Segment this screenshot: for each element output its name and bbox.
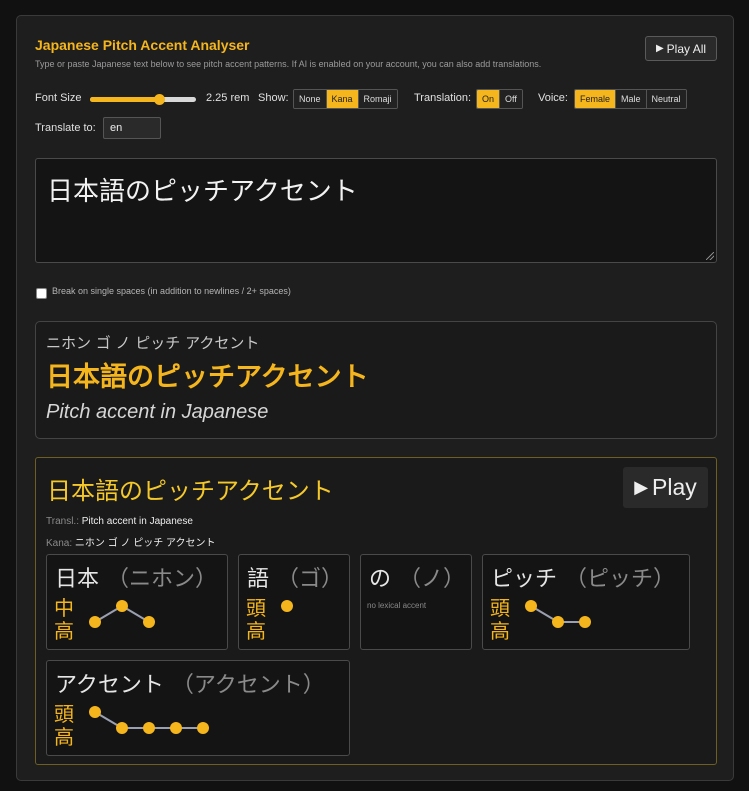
japanese-text-input[interactable]: 日本語のピッチアクセント — [35, 158, 717, 263]
show-label: Show: — [258, 92, 289, 104]
pitch-point — [579, 616, 591, 628]
show-option-kana[interactable]: Kana — [326, 90, 359, 108]
font-size-slider[interactable] — [90, 94, 196, 105]
resize-handle[interactable] — [706, 252, 714, 260]
word-text: 語 — [247, 567, 270, 592]
voice-option-male[interactable]: Male — [616, 90, 647, 108]
pitch-point — [281, 600, 293, 612]
page-title: Japanese Pitch Accent Analyser — [35, 37, 250, 53]
pitch-point — [116, 600, 128, 612]
word-text: 日本 — [55, 567, 100, 592]
play-button[interactable]: ▶ Play — [623, 467, 708, 508]
pitch-point — [89, 616, 101, 628]
word-text: の — [369, 567, 392, 592]
word-card[interactable]: 語 （ゴ） 頭高 — [238, 554, 350, 650]
font-size-slider-handle[interactable] — [153, 94, 165, 105]
pitch-point — [197, 722, 209, 734]
page-subtitle: Type or paste Japanese text below to see… — [35, 59, 542, 69]
word-card[interactable]: アクセント （アクセント） 頭高 — [46, 660, 350, 756]
word-heading: アクセント （アクセント） — [55, 667, 325, 699]
word-card[interactable]: 日本 （ニホン） 中高 — [46, 554, 228, 650]
result-kana: ニホン ゴ ノ ピッチ アクセント — [46, 334, 260, 352]
kana-line: Kana: ニホン ゴ ノ ピッチ アクセント — [46, 534, 216, 549]
result-summary: ニホン ゴ ノ ピッチ アクセント 日本語のピッチアクセント Pitch acc… — [35, 321, 717, 439]
word-reading: （ピッチ） — [565, 567, 676, 592]
word-text: ピッチ — [491, 567, 558, 592]
kana-value: ニホン ゴ ノ ピッチ アクセント — [74, 538, 216, 549]
pitch-point — [89, 706, 101, 718]
translate-to-value: en — [110, 122, 123, 134]
play-label: Play — [652, 474, 697, 500]
voice-option-neutral[interactable]: Neutral — [646, 90, 686, 108]
pitch-point — [116, 722, 128, 734]
show-segmented-control: None Kana Romaji — [293, 89, 398, 109]
accent-type: 中高 — [54, 596, 74, 643]
break-on-spaces-label: Break on single spaces (in addition to n… — [52, 286, 291, 296]
translation-option-on[interactable]: On — [477, 90, 501, 108]
voice-label: Voice: — [538, 92, 568, 104]
result-text: 日本語のピッチアクセント — [46, 362, 369, 393]
word-reading: （ニホン） — [107, 567, 218, 592]
font-size-slider-fill — [90, 97, 159, 102]
show-option-none[interactable]: None — [294, 90, 327, 108]
word-reading: （アクセント） — [171, 673, 325, 698]
word-card[interactable]: の （ノ） no lexical accent — [360, 554, 472, 650]
translation-value: Pitch accent in Japanese — [81, 516, 193, 527]
pitch-point — [143, 616, 155, 628]
translate-to-label: Translate to: — [35, 122, 96, 134]
translation-key: Transl.: — [46, 516, 79, 527]
sentence-detail: 日本語のピッチアクセント ▶ Play Transl.: Pitch accen… — [35, 457, 717, 765]
accent-type: 頭高 — [54, 702, 74, 749]
font-size-label: Font Size — [35, 92, 82, 104]
pitch-graph — [281, 600, 293, 612]
break-on-spaces-checkbox[interactable] — [36, 288, 47, 299]
pitch-point — [170, 722, 182, 734]
pitch-graph — [89, 600, 155, 628]
word-heading: の （ノ） — [369, 561, 465, 593]
accent-note: no lexical accent — [367, 601, 427, 610]
sentence-title: 日本語のピッチアクセント — [47, 477, 334, 505]
show-option-romaji[interactable]: Romaji — [358, 90, 397, 108]
voice-option-female[interactable]: Female — [575, 90, 617, 108]
accent-type: 頭高 — [246, 596, 266, 643]
word-reading: （ゴ） — [277, 567, 344, 592]
translation-line: Transl.: Pitch accent in Japanese — [46, 516, 193, 527]
pitch-graph — [89, 706, 209, 734]
result-translation: Pitch accent in Japanese — [46, 401, 269, 423]
kana-key: Kana: — [46, 538, 73, 549]
word-heading: 語 （ゴ） — [247, 561, 343, 593]
pitch-point — [552, 616, 564, 628]
accent-type: 頭高 — [490, 596, 510, 643]
word-card[interactable]: ピッチ （ピッチ） 頭高 — [482, 554, 690, 650]
japanese-text-value: 日本語のピッチアクセント — [47, 177, 358, 207]
word-heading: ピッチ （ピッチ） — [491, 561, 675, 593]
translation-segmented-control: On Off — [476, 89, 523, 109]
pitch-graph — [525, 600, 591, 628]
play-all-button[interactable]: ▶ Play All — [645, 36, 717, 61]
play-all-label: Play All — [666, 41, 707, 56]
translation-option-off[interactable]: Off — [500, 90, 522, 108]
font-size-value: 2.25 rem — [206, 92, 250, 104]
pitch-point — [143, 722, 155, 734]
translate-to-input[interactable]: en — [103, 117, 161, 139]
play-icon: ▶ — [634, 477, 649, 497]
translation-label: Translation: — [414, 92, 472, 104]
word-text: アクセント — [55, 673, 164, 698]
play-icon: ▶ — [655, 43, 664, 54]
pitch-point — [525, 600, 537, 612]
word-reading: （ノ） — [399, 567, 466, 592]
voice-segmented-control: Female Male Neutral — [574, 89, 687, 109]
analyser-panel: Japanese Pitch Accent Analyser Type or p… — [16, 15, 734, 781]
word-heading: 日本 （ニホン） — [55, 561, 217, 593]
